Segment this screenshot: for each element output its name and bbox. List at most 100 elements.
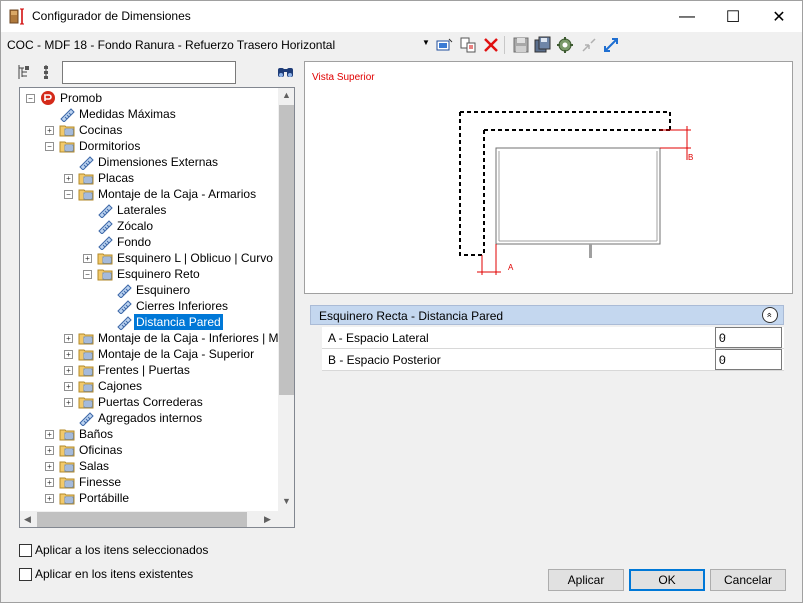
copy-layout-icon[interactable] <box>459 36 477 54</box>
toolbar-separator <box>504 36 505 54</box>
collapse-arrows-icon[interactable] <box>580 36 598 54</box>
tree-item-label: Salas <box>79 459 110 473</box>
close-window-button[interactable]: ✕ <box>756 1 802 32</box>
tree-item[interactable]: Zócalo <box>20 218 278 234</box>
tree-item-label: Laterales <box>117 203 167 217</box>
expand-plus-icon[interactable]: + <box>64 382 73 391</box>
apply-existing-label[interactable]: Aplicar en los itens existentes <box>35 567 193 581</box>
expand-plus-icon[interactable]: + <box>45 462 54 471</box>
tree-item[interactable]: − Dormitorios <box>20 138 278 154</box>
tree-item-label: Cocinas <box>79 123 123 137</box>
tree-item[interactable]: + Baños <box>20 426 278 442</box>
collapse-minus-icon[interactable]: − <box>83 270 92 279</box>
expand-tree-icon[interactable] <box>17 63 35 81</box>
tree-item[interactable]: Distancia Pared <box>20 314 278 330</box>
tree-item-label: Montaje de la Caja - Armarios <box>98 187 257 201</box>
scroll-up-icon[interactable]: ▲ <box>282 90 291 100</box>
app-ruler-icon <box>9 8 24 25</box>
posterior-space-select[interactable]: 0 ⌵ <box>715 349 782 370</box>
save-icon[interactable] <box>512 36 530 54</box>
property-section-header[interactable]: Esquinero Recta - Distancia Pared « <box>310 305 784 325</box>
minimize-button[interactable]: — <box>664 1 710 32</box>
tree-item[interactable]: − Promob <box>20 90 278 106</box>
collapse-chevron-icon[interactable]: « <box>762 307 778 323</box>
tree-item[interactable]: + Montaje de la Caja - Superior <box>20 346 278 362</box>
binoculars-search-icon[interactable] <box>277 64 294 80</box>
toolbar: COC - MDF 18 - Fondo Ranura - Refuerzo T… <box>1 33 802 57</box>
expand-plus-icon[interactable]: + <box>64 334 73 343</box>
chevron-down-icon[interactable]: ⌵ <box>719 353 777 364</box>
lateral-space-select[interactable]: 0 ⌵ <box>715 327 782 348</box>
tree-item[interactable]: + Finesse <box>20 474 278 490</box>
configurator-dialog: Configurador de Dimensiones — ☐ ✕ COC - … <box>0 0 803 603</box>
expand-plus-icon[interactable]: + <box>45 126 54 135</box>
settings-gear-icon[interactable] <box>556 36 574 54</box>
scroll-left-icon[interactable]: ◀ <box>24 514 31 525</box>
chevron-down-icon[interactable]: ▼ <box>422 38 430 47</box>
scroll-corner <box>278 511 294 527</box>
tree-item-label: Placas <box>98 171 135 185</box>
tree-item[interactable]: Laterales <box>20 202 278 218</box>
tree-item[interactable]: + Frentes | Puertas <box>20 362 278 378</box>
apply-existing-checkbox[interactable] <box>19 568 32 581</box>
tree-item[interactable]: + Portábille <box>20 490 278 506</box>
title-bar: Configurador de Dimensiones — ☐ ✕ <box>1 1 802 32</box>
tree-item[interactable]: − Montaje de la Caja - Armarios <box>20 186 278 202</box>
configuration-combo[interactable]: COC - MDF 18 - Fondo Ranura - Refuerzo T… <box>7 38 335 52</box>
expand-plus-icon[interactable]: + <box>45 478 54 487</box>
tree-vertical-scrollbar[interactable]: ▲ ▼ <box>278 88 294 511</box>
collapse-tree-icon[interactable] <box>41 63 59 81</box>
expand-plus-icon[interactable]: + <box>64 366 73 375</box>
collapse-minus-icon[interactable]: − <box>45 142 54 151</box>
tree-item[interactable]: + Cajones <box>20 378 278 394</box>
expand-plus-icon[interactable]: + <box>45 430 54 439</box>
scroll-thumb[interactable] <box>37 512 247 527</box>
tree-item[interactable]: + Placas <box>20 170 278 186</box>
tree-item[interactable]: + Salas <box>20 458 278 474</box>
apply-selected-label[interactable]: Aplicar a los itens seleccionados <box>35 543 208 557</box>
dimension-tree: − Promob Medidas Máximas + Cocinas − Dormitori… <box>19 87 295 528</box>
tree-item-label: Oficinas <box>79 443 123 457</box>
tree-item-label: Baños <box>79 427 114 441</box>
collapse-minus-icon[interactable]: − <box>26 94 35 103</box>
tree-item[interactable]: + Cocinas <box>20 122 278 138</box>
section-title: Esquinero Recta - Distancia Pared <box>319 309 504 323</box>
apply-selected-checkbox[interactable] <box>19 544 32 557</box>
tree-item[interactable]: − Esquinero Reto <box>20 266 278 282</box>
expand-plus-icon[interactable]: + <box>45 446 54 455</box>
window-title: Configurador de Dimensiones <box>32 9 191 23</box>
tree-item[interactable]: Esquinero <box>20 282 278 298</box>
tree-item[interactable]: Agregados internos <box>20 410 278 426</box>
delete-icon[interactable] <box>482 36 500 54</box>
tree-item[interactable]: + Esquinero L | Oblicuo | Curvo <box>20 250 278 266</box>
search-input[interactable] <box>62 61 236 84</box>
tree-item[interactable]: Cierres Inferiores <box>20 298 278 314</box>
save-all-icon[interactable] <box>534 36 552 54</box>
collapse-minus-icon[interactable]: − <box>64 190 73 199</box>
tree-item[interactable]: + Montaje de la Caja - Inferiores | Mesa <box>20 330 294 346</box>
tree-item-label: Cierres Inferiores <box>136 299 229 313</box>
tree-item[interactable]: + Puertas Correderas <box>20 394 278 410</box>
ok-button[interactable]: OK <box>629 569 705 591</box>
expand-plus-icon[interactable]: + <box>45 494 54 503</box>
expand-plus-icon[interactable]: + <box>64 350 73 359</box>
tree-item[interactable]: Medidas Máximas <box>20 106 278 122</box>
tree-item-label: Esquinero Reto <box>117 267 200 281</box>
tree-item-label: Portábille <box>79 491 130 505</box>
apply-button[interactable]: Aplicar <box>548 569 624 591</box>
maximize-button[interactable]: ☐ <box>710 1 756 32</box>
expand-plus-icon[interactable]: + <box>64 174 73 183</box>
tree-horizontal-scrollbar[interactable]: ◀ ▶ <box>20 511 278 527</box>
scroll-down-icon[interactable]: ▼ <box>282 496 291 506</box>
screen-icon[interactable] <box>435 36 453 54</box>
tree-item[interactable]: Fondo <box>20 234 278 250</box>
expand-arrows-icon[interactable] <box>602 36 620 54</box>
chevron-down-icon[interactable]: ⌵ <box>719 331 777 342</box>
tree-item[interactable]: + Oficinas <box>20 442 278 458</box>
scroll-right-icon[interactable]: ▶ <box>264 514 271 525</box>
expand-plus-icon[interactable]: + <box>83 254 92 263</box>
tree-item[interactable]: Dimensiones Externas <box>20 154 278 170</box>
scroll-thumb[interactable] <box>279 105 294 395</box>
expand-plus-icon[interactable]: + <box>64 398 73 407</box>
cancel-button[interactable]: Cancelar <box>710 569 786 591</box>
